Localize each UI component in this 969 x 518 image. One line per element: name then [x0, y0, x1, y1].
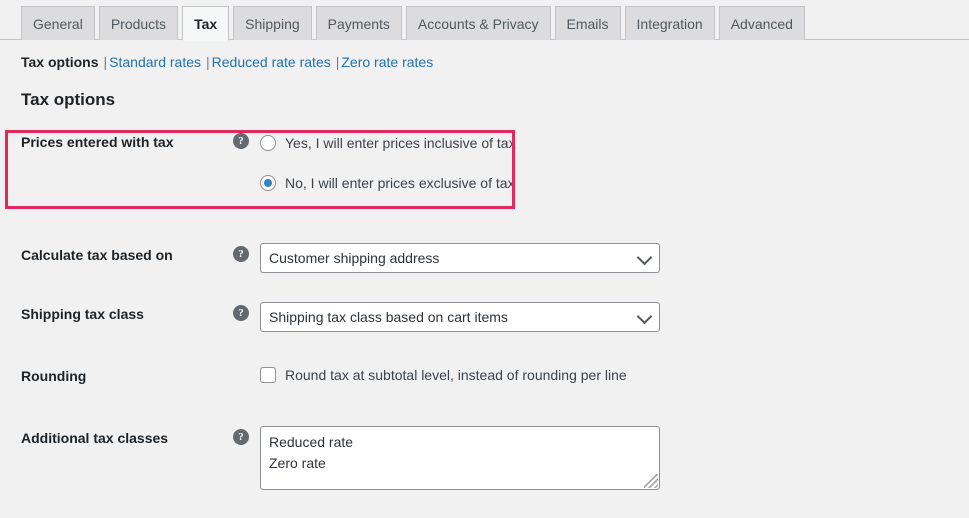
row-additional-tax-classes: Additional tax classes ? Reduced rate Ze… [0, 426, 969, 490]
subnav-link-reduced-rate-rates[interactable]: Reduced rate rates [212, 54, 331, 70]
select-shipping-tax-class[interactable]: Shipping tax class based on cart items [260, 302, 660, 332]
textarea-wrapper-additional-tax-classes: Reduced rate Zero rate [260, 426, 969, 490]
tab-general[interactable]: General [21, 6, 95, 40]
subnav-separator-2: | [206, 54, 210, 70]
tab-emails[interactable]: Emails [555, 6, 621, 40]
label-rounding: Rounding [21, 364, 233, 385]
select-calculate-tax-based-on[interactable]: Customer shipping address [260, 243, 660, 273]
help-icon[interactable]: ? [233, 133, 249, 149]
subnav-current-tax-options: Tax options [21, 54, 99, 70]
row-calculate-tax-based-on: Calculate tax based on ? Customer shippi… [0, 243, 969, 273]
tab-accounts-privacy[interactable]: Accounts & Privacy [406, 6, 551, 40]
subnav-link-standard-rates[interactable]: Standard rates [109, 54, 201, 70]
radio-prices-exclusive[interactable]: No, I will enter prices exclusive of tax [260, 170, 969, 196]
select-wrapper-shipping-tax-class: Shipping tax class based on cart items [260, 302, 969, 332]
textarea-additional-tax-classes[interactable]: Reduced rate Zero rate [260, 426, 660, 490]
field-prices-entered-with-tax: ? Yes, I will enter prices inclusive of … [233, 130, 969, 196]
subnav-separator-3: | [336, 54, 340, 70]
row-prices-entered-with-tax: Prices entered with tax ? Yes, I will en… [0, 130, 969, 196]
radio-label-prices-exclusive: No, I will enter prices exclusive of tax [285, 174, 515, 192]
label-additional-tax-classes: Additional tax classes [21, 426, 233, 447]
tab-integration[interactable]: Integration [625, 6, 715, 40]
tab-shipping[interactable]: Shipping [233, 6, 312, 40]
tab-advanced[interactable]: Advanced [719, 6, 805, 40]
select-wrapper-calculate-tax-based-on: Customer shipping address [260, 243, 969, 273]
help-icon[interactable]: ? [233, 429, 249, 445]
field-shipping-tax-class: ? Shipping tax class based on cart items [233, 302, 969, 332]
chevron-down-icon [637, 250, 653, 266]
checkbox-wrapper-rounding: Round tax at subtotal level, instead of … [260, 364, 969, 386]
radio-label-prices-inclusive: Yes, I will enter prices inclusive of ta… [285, 134, 516, 152]
help-icon[interactable]: ? [233, 246, 249, 262]
tax-subnav: Tax options|Standard rates|Reduced rate … [0, 40, 969, 73]
label-calculate-tax-based-on: Calculate tax based on [21, 243, 233, 264]
field-rounding: Round tax at subtotal level, instead of … [233, 364, 969, 386]
select-value-shipping-tax-class: Shipping tax class based on cart items [269, 309, 508, 325]
radio-prices-inclusive[interactable]: Yes, I will enter prices inclusive of ta… [260, 130, 969, 156]
select-value-calculate-tax-based-on: Customer shipping address [269, 250, 439, 266]
resize-handle-icon[interactable] [644, 474, 658, 488]
row-rounding: Rounding Round tax at subtotal level, in… [0, 364, 969, 386]
subnav-link-zero-rate-rates[interactable]: Zero rate rates [341, 54, 433, 70]
help-icon[interactable]: ? [233, 305, 249, 321]
checkbox-unchecked-icon[interactable] [260, 367, 276, 383]
subnav-separator-1: | [104, 54, 108, 70]
textarea-line-reduced-rate: Reduced rate [269, 432, 651, 453]
tax-options-form: Prices entered with tax ? Yes, I will en… [0, 130, 969, 490]
checkbox-label-round-tax-at-subtotal: Round tax at subtotal level, instead of … [285, 367, 627, 383]
textarea-line-zero-rate: Zero rate [269, 453, 651, 474]
radio-checked-icon[interactable] [260, 175, 276, 191]
help-icon-placeholder [233, 364, 249, 380]
tab-tax[interactable]: Tax [182, 6, 229, 41]
row-shipping-tax-class: Shipping tax class ? Shipping tax class … [0, 302, 969, 332]
field-calculate-tax-based-on: ? Customer shipping address [233, 243, 969, 273]
label-prices-entered-with-tax: Prices entered with tax [21, 130, 233, 151]
settings-tab-bar: General Products Tax Shipping Payments A… [0, 0, 969, 40]
tab-payments[interactable]: Payments [316, 6, 402, 40]
page-title: Tax options [21, 90, 969, 110]
checkbox-round-tax-at-subtotal[interactable]: Round tax at subtotal level, instead of … [260, 364, 969, 386]
chevron-down-icon [637, 309, 653, 325]
radio-group-prices-entered-with-tax: Yes, I will enter prices inclusive of ta… [260, 130, 969, 196]
radio-unchecked-icon[interactable] [260, 135, 276, 151]
field-additional-tax-classes: ? Reduced rate Zero rate [233, 426, 969, 490]
tab-products[interactable]: Products [99, 6, 178, 40]
label-shipping-tax-class: Shipping tax class [21, 302, 233, 323]
